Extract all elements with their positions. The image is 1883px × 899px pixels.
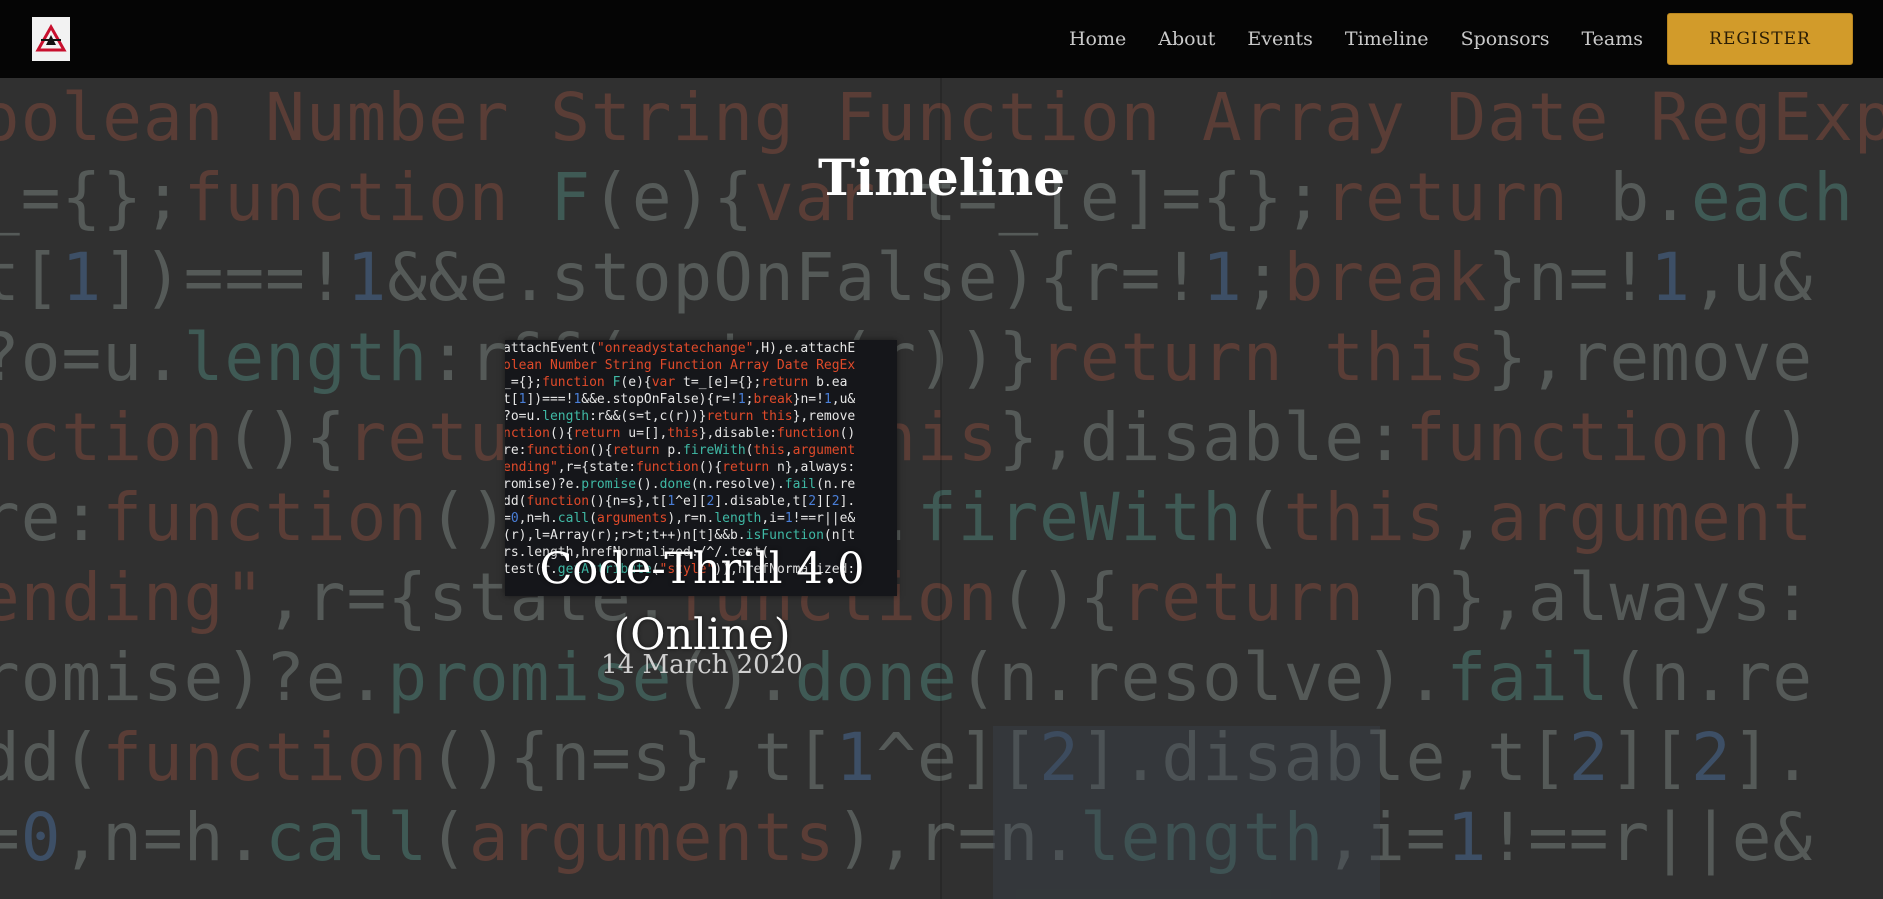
nav-link-timeline[interactable]: Timeline [1345,28,1429,50]
triangle-logo-icon[interactable] [32,17,70,61]
nav-link-sponsors[interactable]: Sponsors [1461,28,1550,50]
event-date: 14 March 2020 [601,650,803,680]
navbar: Home About Events Timeline Sponsors Team… [0,0,1883,78]
register-button[interactable]: REGISTER [1667,13,1853,65]
page: oolean Number String Function Array Date… [0,0,1883,899]
nav-link-home[interactable]: Home [1069,28,1126,50]
nav-link-teams[interactable]: Teams [1581,28,1643,50]
page-title: Timeline [817,148,1066,207]
event-title: Code-Thrill 4.0 (Online) [539,544,865,660]
nav-link-about[interactable]: About [1158,28,1215,50]
nav-links: Home About Events Timeline Sponsors Team… [1069,13,1853,65]
second-event-thumbnail [993,726,1380,899]
nav-link-events[interactable]: Events [1247,28,1312,50]
timeline-event-card[interactable]: attachEvent("onreadystatechange",H),e.at… [500,340,898,680]
